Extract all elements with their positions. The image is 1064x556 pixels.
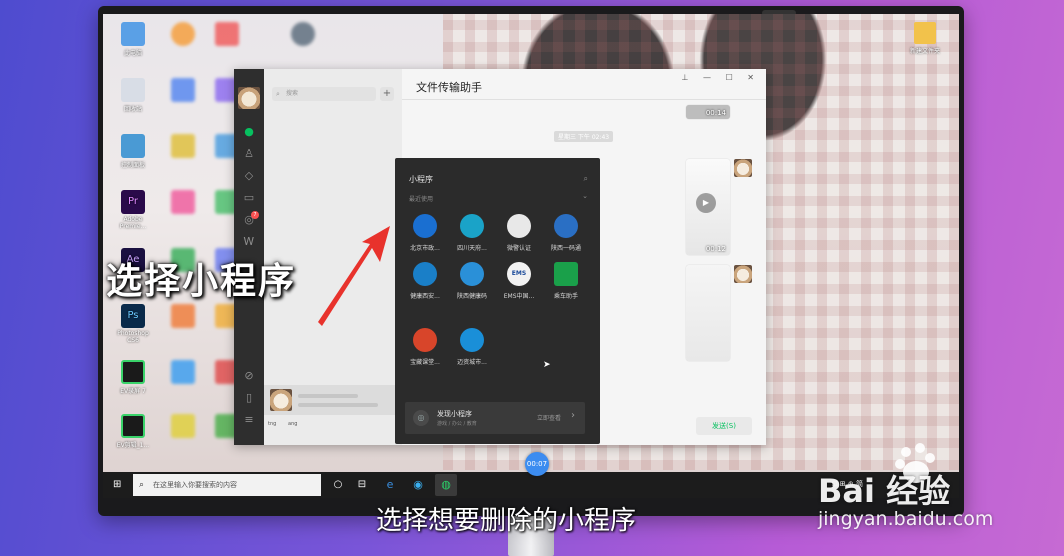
desktop-icon-new-folder[interactable]: 新建文件夹	[905, 22, 945, 55]
desktop-icon-blurred[interactable]	[161, 78, 205, 104]
cortana-icon[interactable]: ○	[331, 478, 345, 492]
send-button[interactable]: 发送(S)	[696, 417, 752, 435]
mouse-cursor-icon: ➤	[543, 360, 551, 370]
wechat-taskbar-icon[interactable]: ◍	[435, 474, 457, 496]
desktop-icon-blurred[interactable]	[161, 360, 205, 386]
list-item-label: ang	[288, 421, 298, 427]
red-arrow-icon	[318, 226, 390, 326]
mini-program-item[interactable]: 北京市政...	[403, 214, 447, 252]
recycle-bin-icon	[121, 78, 145, 102]
mini-program-item[interactable]: 陕西一码通	[544, 214, 588, 252]
mini-program-icon	[507, 214, 531, 238]
desktop-icon-blurred[interactable]	[205, 22, 249, 48]
step-caption: 选择小程序	[106, 261, 297, 302]
mini-program-item[interactable]: 四川天府...	[450, 214, 494, 252]
windows-start-icon[interactable]: ⊞	[113, 479, 125, 491]
play-icon: ▶	[696, 193, 716, 213]
files-icon[interactable]: ▭	[242, 191, 256, 205]
watermark-url: jingyan.baidu.com	[818, 508, 994, 530]
avatar[interactable]	[238, 87, 260, 109]
ev-editor-icon	[121, 414, 145, 438]
video-duration: 00:14	[705, 109, 726, 117]
window-controls[interactable]: ⊥ — ☐ ✕	[682, 73, 760, 82]
mini-program-item[interactable]: 宝藏课堂...	[403, 328, 447, 366]
avatar	[734, 159, 752, 177]
recent-label: 最近使用	[409, 196, 434, 203]
mini-program-item[interactable]: 乘车助手	[544, 262, 588, 300]
mini-program-icon	[413, 214, 437, 238]
desktop-icon-blurred[interactable]	[161, 414, 205, 440]
avatar	[270, 389, 292, 411]
list-item-label: tng	[268, 421, 277, 427]
discover-icon[interactable]: ⊘	[242, 369, 256, 383]
desktop-icon-photoshop[interactable]: Ps Photoshop CS6	[111, 304, 155, 344]
video-message[interactable]: 00:14	[686, 105, 730, 119]
chevron-right-icon: ›	[571, 410, 575, 421]
panel-title: 小程序	[409, 175, 433, 184]
desktop-icon-control-panel[interactable]: 控制面板	[111, 134, 155, 169]
mini-program-icon	[413, 328, 437, 352]
contacts-icon[interactable]: ♙	[242, 147, 256, 161]
mini-program-item[interactable]: 微警认证	[497, 214, 541, 252]
mini-program-item[interactable]: 陕西健康码	[450, 262, 494, 300]
mini-program-item-ems[interactable]: EMS EMS中国...	[497, 262, 541, 300]
desktop-icon-blurred[interactable]	[161, 190, 205, 216]
mini-program-icon	[460, 262, 484, 286]
image-message[interactable]	[686, 265, 730, 361]
desktop-icon-ev-editor[interactable]: EV剪辑_1...	[111, 414, 155, 449]
menu-icon[interactable]: ≡	[242, 413, 256, 427]
photoshop-icon: Ps	[121, 304, 145, 328]
premiere-icon: Pr	[121, 190, 145, 214]
compass-icon: ◎	[413, 410, 429, 426]
mini-program-item[interactable]: 健康西安...	[403, 262, 447, 300]
desktop-icon-premiere[interactable]: Pr Adobe Premie...	[111, 190, 155, 230]
control-panel-icon	[121, 134, 145, 158]
mini-program-icon	[554, 214, 578, 238]
taskbar-search-input[interactable]: ⌕ 在这里输入你要搜索的内容	[133, 474, 321, 496]
desktop-icon-recycle-bin[interactable]: 回收站	[111, 78, 155, 113]
search-icon: ⌕	[276, 90, 280, 98]
desktop-icon-blurred[interactable]	[161, 22, 205, 48]
browser-icon[interactable]: ◉	[407, 474, 429, 496]
search-input[interactable]: ⌕ 搜索	[272, 87, 376, 101]
chat-icon[interactable]: ●	[242, 125, 256, 139]
avatar	[734, 265, 752, 283]
mini-program-panel: 小程序 ⌕ 最近使用 ⌄ 北京市政... 四川天府... 微警认证 陕西一码通 …	[395, 158, 600, 444]
ev-recorder-icon	[121, 360, 145, 384]
mini-program-item[interactable]: 迈资城市...	[450, 328, 494, 366]
chevron-down-icon[interactable]: ⌄	[582, 192, 588, 200]
desktop-icon-this-pc[interactable]: 此电脑	[111, 22, 155, 57]
mini-program-icon[interactable]: Ꮃ	[242, 235, 256, 249]
discover-mini-programs[interactable]: ◎ 发现小程序 游戏 / 办公 / 教育 立即查看 ›	[405, 402, 585, 434]
add-button[interactable]: +	[380, 87, 394, 101]
baidu-logo: Bai 经验	[818, 472, 951, 510]
timestamp: 星期三 下午 02:43	[554, 131, 614, 142]
desktop-icon-blurred[interactable]	[281, 22, 325, 48]
desktop-icon-blurred[interactable]	[161, 134, 205, 160]
phone-icon[interactable]: ▯	[242, 391, 256, 405]
desktop-icon-ev-recorder[interactable]: EV录屏 7	[111, 360, 155, 395]
video-duration: 00:12	[705, 245, 726, 253]
mini-program-icon	[554, 262, 578, 286]
mini-program-icon	[460, 214, 484, 238]
video-subtitle: 选择想要删除的小程序	[376, 506, 637, 536]
favorites-icon[interactable]: ◇	[242, 169, 256, 183]
computer-icon	[121, 22, 145, 46]
ems-icon: EMS	[507, 262, 531, 286]
video-message[interactable]: ▶ 00:12	[686, 159, 730, 255]
chat-title: 文件传输助手	[416, 81, 482, 94]
task-view-icon[interactable]: ⊟	[355, 478, 369, 492]
notification-badge: 7	[251, 211, 259, 219]
recording-timer: 00:07	[525, 452, 549, 476]
desktop-icon-blurred[interactable]	[161, 304, 205, 330]
edge-icon[interactable]: e	[379, 474, 401, 496]
mini-program-icon	[460, 328, 484, 352]
search-icon[interactable]: ⌕	[584, 174, 588, 184]
mini-program-icon	[413, 262, 437, 286]
folder-icon	[914, 22, 936, 44]
search-icon: ⌕	[139, 480, 145, 490]
list-item[interactable]	[264, 385, 402, 415]
